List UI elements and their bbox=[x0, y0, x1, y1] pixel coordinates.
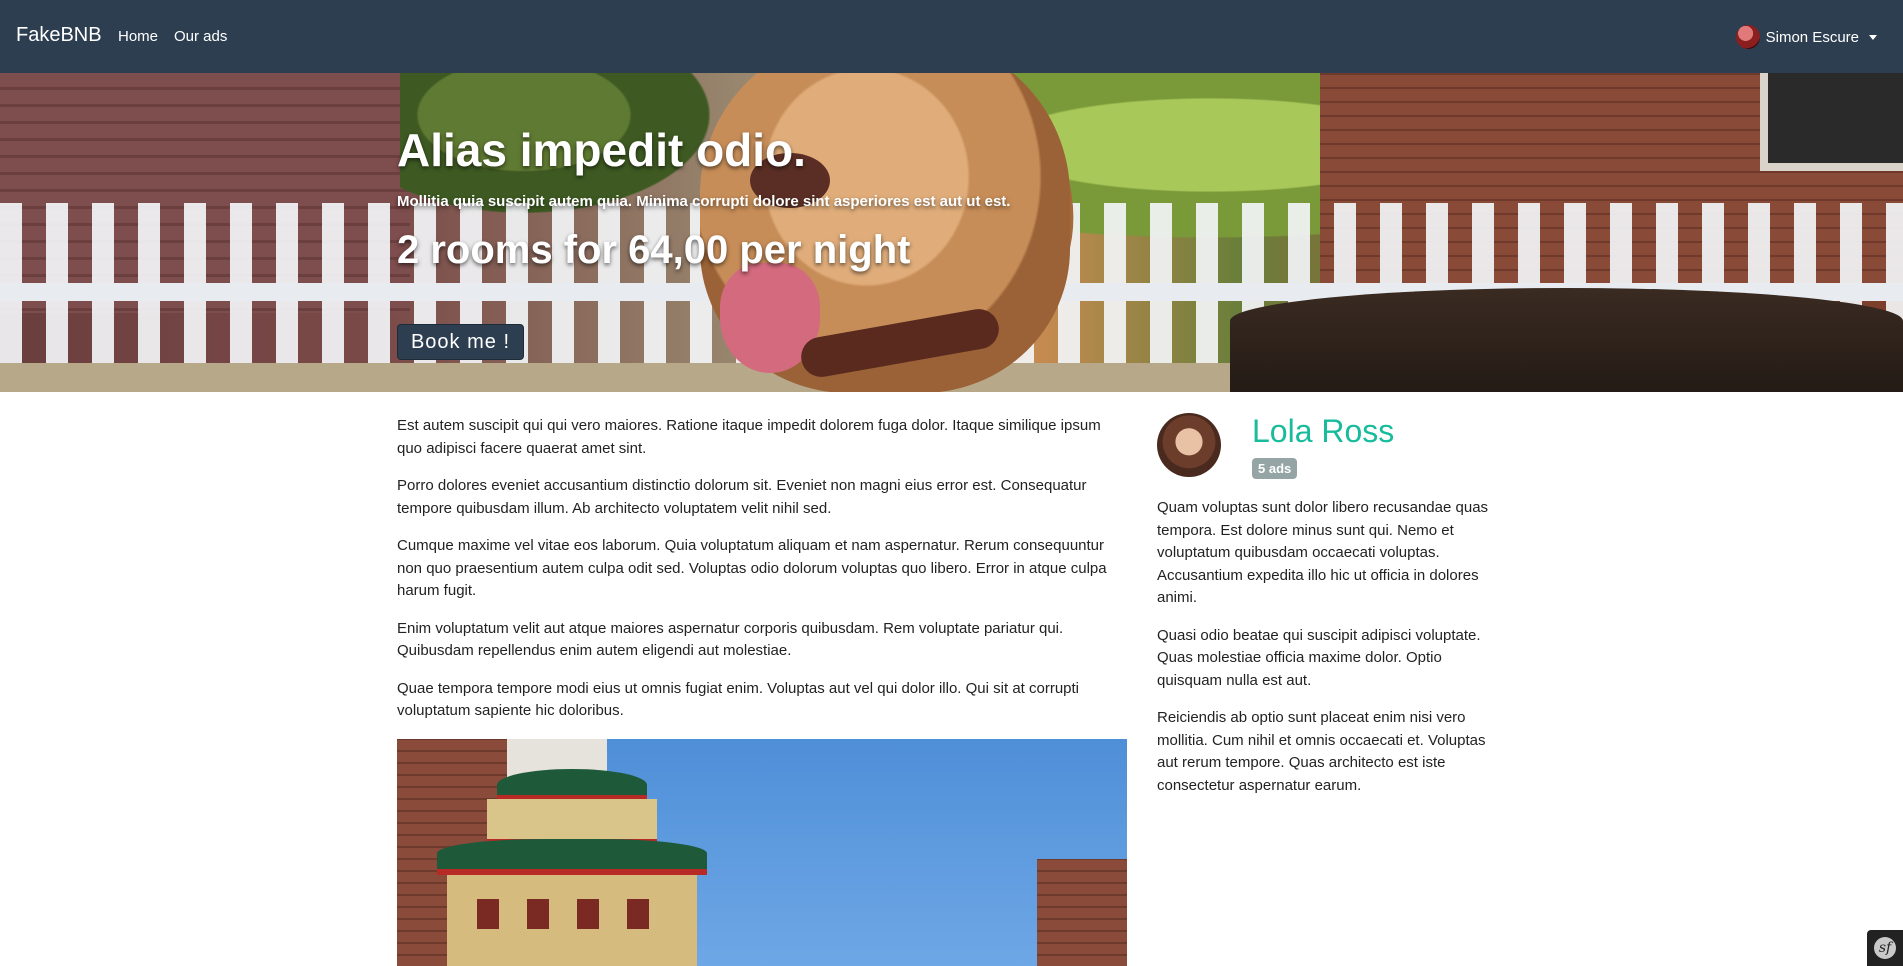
hero-banner: Alias impedit odio. Mollitia quia suscip… bbox=[0, 73, 1903, 392]
owner-bio-paragraph: Reiciendis ab optio sunt placeat enim ni… bbox=[1157, 709, 1486, 794]
chevron-down-icon bbox=[1869, 34, 1877, 40]
pagoda-window bbox=[527, 899, 549, 929]
book-me-button[interactable]: Book me ! bbox=[397, 324, 524, 360]
description-paragraph: Quae tempora tempore modi eius ut omnis … bbox=[397, 679, 1080, 720]
nav-link-our-ads[interactable]: Our ads bbox=[174, 28, 227, 45]
user-name: Simon Escure bbox=[1765, 28, 1859, 46]
hero-background-window bbox=[1760, 73, 1903, 171]
owner-bio-paragraph: Quam voluptas sunt dolor libero recusand… bbox=[1157, 499, 1489, 606]
ad-description: Est autem suscipit qui qui vero maiores.… bbox=[397, 415, 1127, 738]
pagoda-window bbox=[477, 899, 499, 929]
brand-logo[interactable]: FakeBNB bbox=[16, 24, 102, 47]
ad-photo[interactable] bbox=[397, 739, 1127, 966]
pagoda-window bbox=[577, 899, 599, 929]
symfony-logo-icon: sf bbox=[1874, 937, 1896, 959]
ad-title: Alias impedit odio. bbox=[397, 124, 806, 176]
ads-count-badge: 5 ads bbox=[1252, 458, 1298, 479]
owner-name-link[interactable]: Lola Ross bbox=[1252, 413, 1394, 450]
pagoda-window bbox=[627, 899, 649, 929]
pagoda-roof-middle bbox=[437, 839, 707, 875]
description-paragraph: Porro dolores eveniet accusantium distin… bbox=[397, 477, 1087, 517]
photo-building-right bbox=[1037, 859, 1127, 966]
user-menu-dropdown[interactable]: Simon Escure bbox=[1735, 25, 1877, 49]
owner-bio-paragraph: Quasi odio beatae qui suscipit adipisci … bbox=[1157, 626, 1481, 689]
hero-background-barrel bbox=[1230, 288, 1903, 392]
description-paragraph: Est autem suscipit qui qui vero maiores.… bbox=[397, 417, 1101, 457]
owner-bio: Quam voluptas sunt dolor libero recusand… bbox=[1157, 497, 1507, 812]
nav-link-home[interactable]: Home bbox=[118, 28, 158, 45]
photo-pagoda bbox=[417, 769, 747, 966]
navbar: FakeBNB Home Our ads Simon Escure bbox=[0, 0, 1903, 73]
pagoda-roof-top bbox=[497, 769, 647, 801]
ad-introduction: Mollitia quia suscipit autem quia. Minim… bbox=[397, 193, 1011, 210]
owner-avatar[interactable] bbox=[1157, 413, 1221, 477]
ad-price-line: 2 rooms for 64,00 per night bbox=[397, 228, 911, 272]
symfony-toolbar-toggle[interactable]: sf bbox=[1867, 930, 1903, 966]
description-paragraph: Enim voluptatum velit aut atque maiores … bbox=[397, 619, 1064, 660]
user-avatar-icon bbox=[1735, 25, 1760, 49]
description-paragraph: Cumque maxime vel vitae eos laborum. Qui… bbox=[397, 537, 1107, 599]
